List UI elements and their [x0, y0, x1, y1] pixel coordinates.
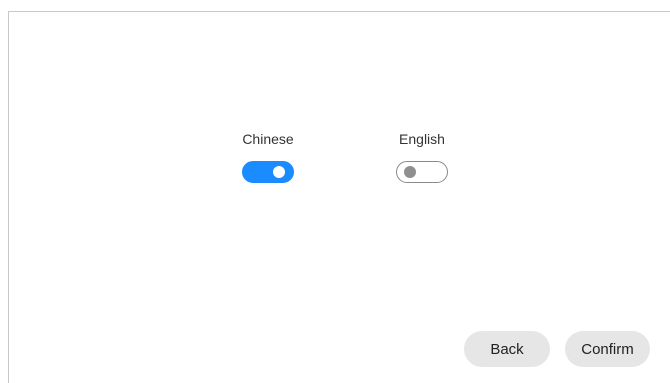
language-option-chinese: Chinese: [218, 130, 318, 190]
toggle-knob: [273, 166, 285, 178]
toggle-knob: [404, 166, 416, 178]
chinese-toggle[interactable]: [242, 161, 294, 183]
confirm-button[interactable]: Confirm: [565, 331, 650, 367]
english-label: English: [399, 131, 445, 147]
english-toggle[interactable]: [396, 161, 448, 183]
language-settings-panel: [8, 11, 670, 383]
chinese-label: Chinese: [242, 131, 294, 147]
language-option-english: English: [372, 130, 472, 190]
back-button[interactable]: Back: [464, 331, 550, 367]
